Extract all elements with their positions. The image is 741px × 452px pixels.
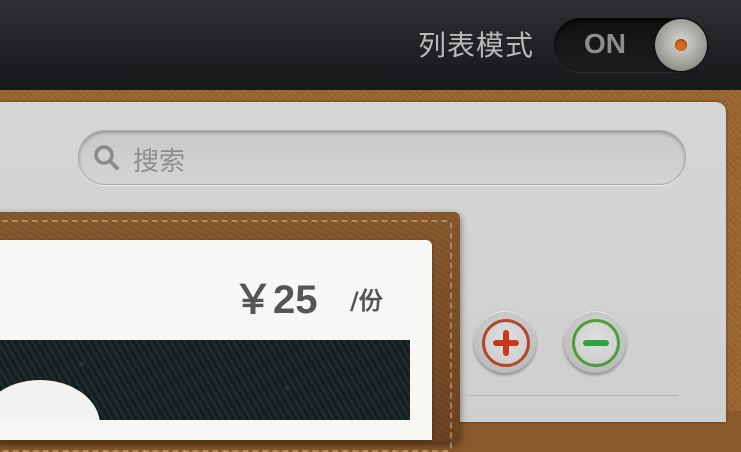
- minus-icon: [572, 319, 620, 367]
- knob-indicator-icon: [675, 39, 687, 51]
- add-button[interactable]: [474, 311, 536, 373]
- toggle-knob[interactable]: [655, 19, 707, 71]
- search-input[interactable]: 搜索: [78, 130, 686, 185]
- item-photo[interactable]: [0, 340, 410, 420]
- remove-button[interactable]: [564, 311, 626, 373]
- top-bar: 列表模式 ON: [0, 0, 741, 90]
- item-unit: /份: [350, 287, 383, 315]
- search-placeholder: 搜索: [133, 147, 186, 177]
- photo-highlight: [0, 380, 100, 420]
- divider: [468, 395, 678, 396]
- plus-icon: [482, 319, 530, 367]
- toggle-state-label: ON: [584, 28, 626, 59]
- item-price: ￥25: [233, 278, 318, 322]
- list-mode-label: 列表模式: [418, 29, 535, 62]
- minus-bar: [583, 340, 609, 346]
- search-icon: [94, 145, 119, 170]
- plus-bar-vertical: [503, 330, 509, 356]
- list-mode-toggle[interactable]: ON: [554, 18, 708, 72]
